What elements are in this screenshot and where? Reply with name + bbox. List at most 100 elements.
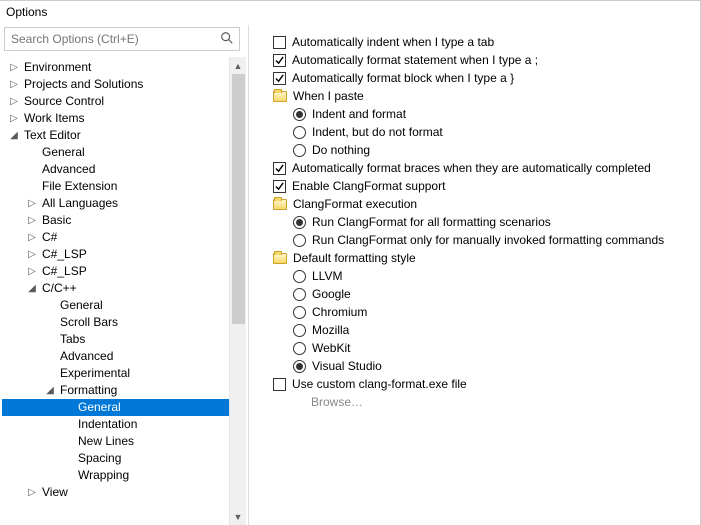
scroll-thumb[interactable]: [232, 74, 245, 324]
auto-format-semicolon-label: Automatically format statement when I ty…: [292, 51, 538, 69]
tree-item[interactable]: General: [2, 399, 229, 416]
tree-twisty-icon[interactable]: ▷: [26, 246, 38, 263]
style-mozilla-label: Mozilla: [312, 321, 349, 339]
tree-twisty-icon[interactable]: ▷: [26, 484, 38, 501]
tree-item[interactable]: Experimental: [2, 365, 229, 382]
tree-twisty-icon[interactable]: ▷: [26, 212, 38, 229]
search-input[interactable]: [4, 27, 240, 51]
tree-item[interactable]: ▷C#_LSP: [2, 246, 229, 263]
tree-item-label: Advanced: [56, 348, 113, 365]
auto-indent-tab-label: Automatically indent when I type a tab: [292, 33, 494, 51]
browse-link[interactable]: Browse…: [311, 393, 363, 411]
tree-item[interactable]: Scroll Bars: [2, 314, 229, 331]
tree-item-label: C#_LSP: [38, 263, 87, 280]
style-chromium-label: Chromium: [312, 303, 367, 321]
tree-item[interactable]: File Extension: [2, 178, 229, 195]
window-title: Options: [0, 1, 700, 25]
style-google-label: Google: [312, 285, 351, 303]
folder-icon: [273, 253, 287, 264]
tree-item[interactable]: Spacing: [2, 450, 229, 467]
auto-format-brace-label: Automatically format block when I type a…: [292, 69, 514, 87]
tree-item[interactable]: ▷View: [2, 484, 229, 501]
tree-twisty-icon[interactable]: ◢: [8, 127, 20, 144]
tree-twisty-icon[interactable]: ◢: [26, 280, 38, 297]
tree-item[interactable]: Wrapping: [2, 467, 229, 484]
tree-twisty-icon[interactable]: ◢: [44, 382, 56, 399]
tree-item[interactable]: Advanced: [2, 348, 229, 365]
use-custom-exe-checkbox[interactable]: [273, 378, 286, 391]
tree-item[interactable]: Indentation: [2, 416, 229, 433]
auto-format-brace-checkbox[interactable]: [273, 72, 286, 85]
tree-item[interactable]: ▷Work Items: [2, 110, 229, 127]
tree-item-label: C#: [38, 229, 57, 246]
clang-all-radio[interactable]: [293, 216, 306, 229]
tree-twisty-icon[interactable]: ▷: [8, 76, 20, 93]
auto-format-auto-braces-checkbox[interactable]: [273, 162, 286, 175]
tree-twisty-icon[interactable]: ▷: [8, 59, 20, 76]
tree-twisty-icon[interactable]: ▷: [26, 263, 38, 280]
tree-item[interactable]: ▷All Languages: [2, 195, 229, 212]
paste-nothing-radio[interactable]: [293, 144, 306, 157]
tree-item[interactable]: General: [2, 297, 229, 314]
enable-clangformat-checkbox[interactable]: [273, 180, 286, 193]
auto-indent-tab-checkbox[interactable]: [273, 36, 286, 49]
auto-format-auto-braces-label: Automatically format braces when they ar…: [292, 159, 651, 177]
clang-manual-radio[interactable]: [293, 234, 306, 247]
auto-format-semicolon-checkbox[interactable]: [273, 54, 286, 67]
tree-item[interactable]: ▷Basic: [2, 212, 229, 229]
tree-item-label: Wrapping: [74, 467, 129, 484]
tree-item[interactable]: New Lines: [2, 433, 229, 450]
style-mozilla-radio[interactable]: [293, 324, 306, 337]
tree-twisty-icon[interactable]: ▷: [26, 195, 38, 212]
style-webkit-radio[interactable]: [293, 342, 306, 355]
folder-icon: [273, 91, 287, 102]
tree-item[interactable]: ▷Projects and Solutions: [2, 76, 229, 93]
tree-item-label: Tabs: [56, 331, 85, 348]
style-vs-radio[interactable]: [293, 360, 306, 373]
tree-item-label: Spacing: [74, 450, 121, 467]
tree-item[interactable]: General: [2, 144, 229, 161]
tree-scrollbar[interactable]: ▲ ▼: [229, 57, 246, 525]
tree-item-label: New Lines: [74, 433, 134, 450]
tree-item-label: Environment: [20, 59, 91, 76]
tree-item-label: Text Editor: [20, 127, 81, 144]
tree-item[interactable]: ▷C#: [2, 229, 229, 246]
style-llvm-radio[interactable]: [293, 270, 306, 283]
tree-item[interactable]: ◢Text Editor: [2, 127, 229, 144]
style-vs-label: Visual Studio: [312, 357, 382, 375]
paste-indent-only-label: Indent, but do not format: [312, 123, 443, 141]
nav-tree[interactable]: ▷Environment▷Projects and Solutions▷Sour…: [2, 57, 229, 525]
tree-item[interactable]: Advanced: [2, 161, 229, 178]
tree-twisty-icon[interactable]: ▷: [8, 110, 20, 127]
clang-manual-label: Run ClangFormat only for manually invoke…: [312, 231, 664, 249]
tree-twisty-icon[interactable]: ▷: [8, 93, 20, 110]
tree-item-label: Source Control: [20, 93, 104, 110]
style-google-radio[interactable]: [293, 288, 306, 301]
tree-item-label: Indentation: [74, 416, 137, 433]
paste-indent-only-radio[interactable]: [293, 126, 306, 139]
paste-indent-format-radio[interactable]: [293, 108, 306, 121]
clang-exec-header: ClangFormat execution: [293, 195, 417, 213]
scroll-up-arrow[interactable]: ▲: [230, 57, 246, 74]
tree-item-label: General: [74, 399, 121, 416]
paste-nothing-label: Do nothing: [312, 141, 370, 159]
style-chromium-radio[interactable]: [293, 306, 306, 319]
tree-item-label: Basic: [38, 212, 71, 229]
tree-twisty-icon[interactable]: ▷: [26, 229, 38, 246]
tree-item-label: C/C++: [38, 280, 77, 297]
tree-item-label: Work Items: [20, 110, 84, 127]
tree-item-label: General: [56, 297, 103, 314]
tree-item[interactable]: ▷Source Control: [2, 93, 229, 110]
tree-item[interactable]: ◢C/C++: [2, 280, 229, 297]
style-llvm-label: LLVM: [312, 267, 342, 285]
tree-item[interactable]: ▷Environment: [2, 59, 229, 76]
when-paste-header: When I paste: [293, 87, 364, 105]
tree-item[interactable]: ▷C#_LSP: [2, 263, 229, 280]
tree-item-label: File Extension: [38, 178, 117, 195]
clang-all-label: Run ClangFormat for all formatting scena…: [312, 213, 551, 231]
scroll-down-arrow[interactable]: ▼: [230, 508, 246, 525]
tree-item[interactable]: ◢Formatting: [2, 382, 229, 399]
paste-indent-format-label: Indent and format: [312, 105, 406, 123]
tree-item[interactable]: Tabs: [2, 331, 229, 348]
tree-item-label: View: [38, 484, 68, 501]
